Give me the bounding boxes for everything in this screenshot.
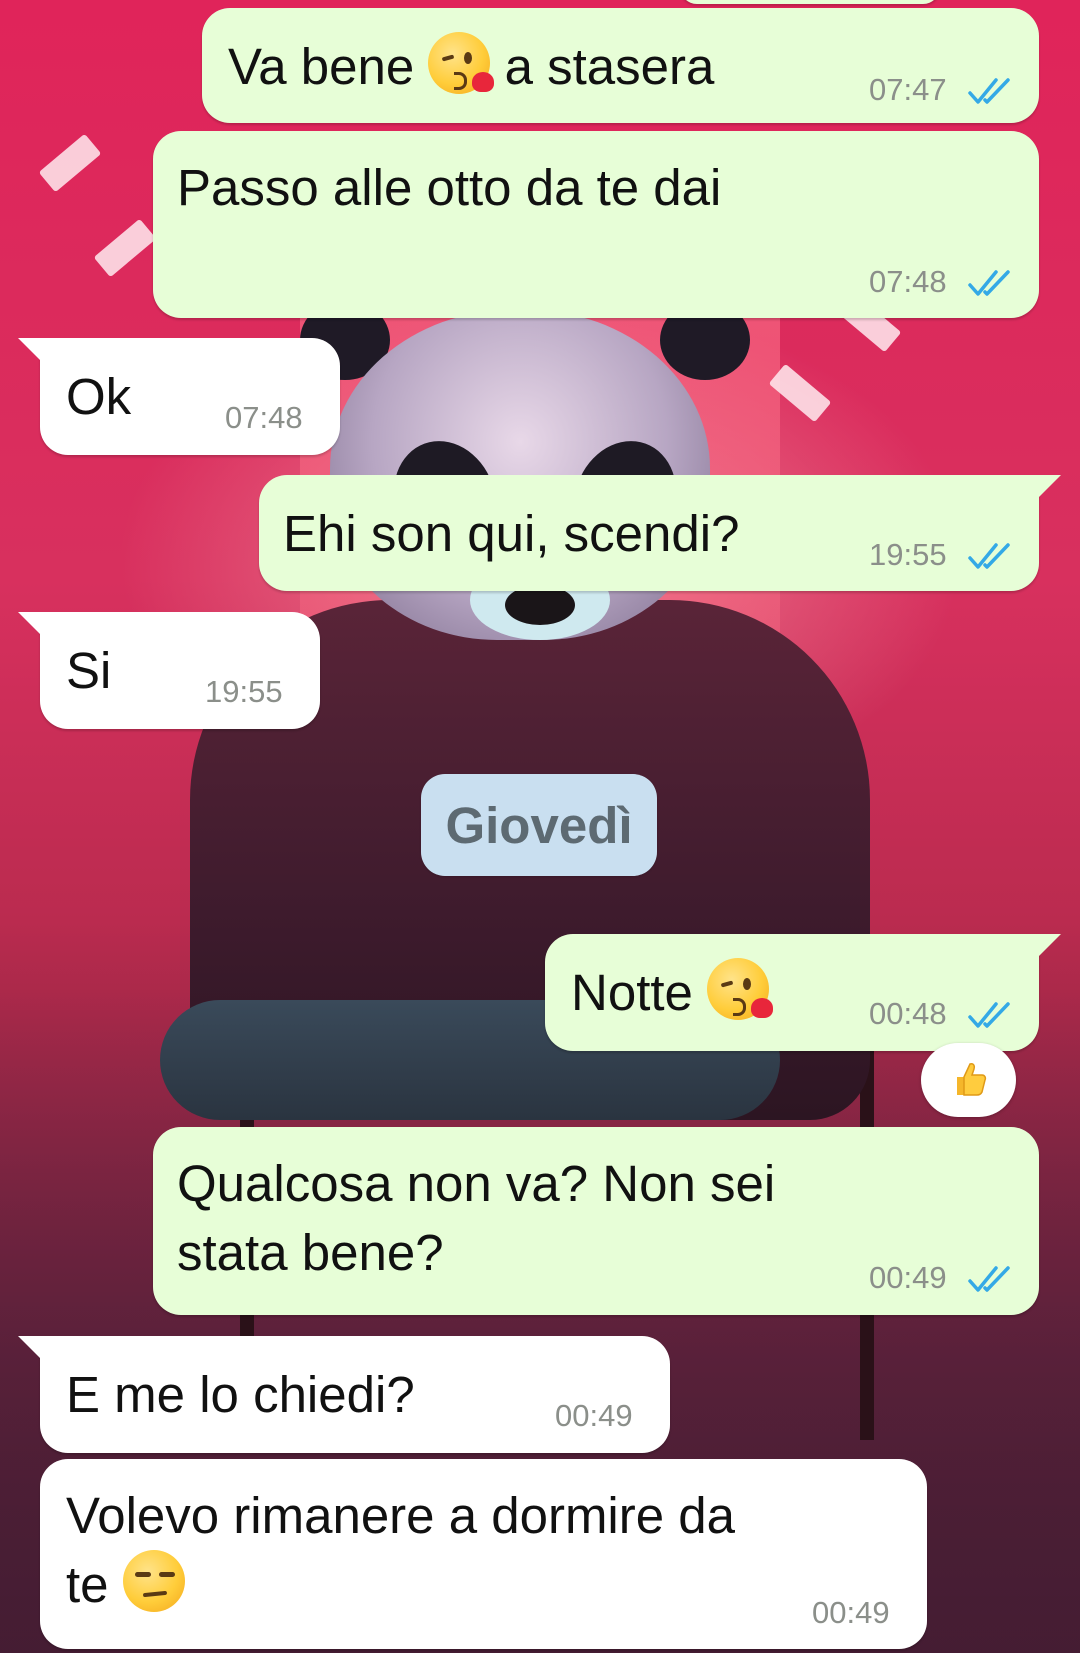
message-text: E me lo chiedi? <box>66 1366 415 1423</box>
bubble-tail <box>18 338 42 362</box>
unamused-face-emoji <box>122 1550 185 1612</box>
message-text-line: Qualcosa non va? Non sei <box>177 1155 776 1212</box>
message-text: Ok <box>66 368 132 425</box>
message-text: Si <box>66 642 112 699</box>
double-check-read-icon <box>968 78 1010 104</box>
message-time: 07:48 <box>869 264 947 299</box>
message-text-line: stata bene? <box>177 1224 444 1281</box>
bubble-tail <box>1037 475 1061 499</box>
message-time: 19:55 <box>205 674 283 709</box>
kissing-face-with-heart-emoji <box>428 32 495 94</box>
message-bubble-outgoing[interactable]: Qualcosa non va? Non sei stata bene? 00:… <box>153 1127 1039 1315</box>
message-text-part: a stasera <box>504 38 715 95</box>
message-text: Va bene a stasera <box>228 32 714 101</box>
message-text: Notte <box>571 958 774 1027</box>
message-time: 00:49 <box>869 1260 947 1295</box>
date-separator: Giovedì <box>421 774 657 876</box>
message-bubble-outgoing[interactable]: Ehi son qui, scendi? 19:55 <box>259 475 1061 591</box>
double-check-read-icon <box>968 270 1010 296</box>
message-time: 19:55 <box>869 537 947 572</box>
panda-nose <box>505 585 575 625</box>
message-time: 00:49 <box>555 1398 633 1433</box>
double-check-read-icon <box>968 1266 1010 1292</box>
message-text: Ehi son qui, scendi? <box>283 505 740 562</box>
bubble-tail <box>18 1336 42 1360</box>
bubble-tail <box>18 612 42 636</box>
double-check-read-icon <box>968 1002 1010 1028</box>
previous-message-bubble[interactable] <box>680 0 940 4</box>
message-time: 00:48 <box>869 996 947 1031</box>
message-bubble-incoming[interactable]: Si 19:55 <box>18 612 320 729</box>
message-text-part: Va bene <box>228 38 415 95</box>
bubble-tail <box>1037 934 1061 958</box>
message-reaction[interactable] <box>921 1043 1016 1117</box>
message-text-line: Volevo rimanere a dormire da <box>66 1487 736 1544</box>
message-time: 00:49 <box>812 1595 890 1630</box>
date-separator-label: Giovedì <box>445 797 633 854</box>
message-bubble-incoming[interactable]: E me lo chiedi? 00:49 <box>18 1336 670 1453</box>
message-time: 07:47 <box>869 72 947 107</box>
message-time: 07:48 <box>225 400 303 435</box>
message-text: Passo alle otto da te dai <box>177 159 722 216</box>
thumbs-up-emoji <box>957 1063 987 1096</box>
message-bubble-outgoing[interactable]: Notte 00:48 <box>545 934 1061 1051</box>
message-text-part: Notte <box>571 964 693 1021</box>
message-bubble-incoming[interactable]: Ok 07:48 <box>18 338 340 455</box>
double-check-read-icon <box>968 543 1010 569</box>
message-bubble-outgoing[interactable]: Passo alle otto da te dai 07:48 <box>153 131 1039 318</box>
message-text-line: te <box>66 1550 185 1619</box>
message-bubble-outgoing[interactable]: Va bene a stasera 07:47 <box>202 8 1039 123</box>
message-bubble-incoming[interactable]: Volevo rimanere a dormire da te 00:49 <box>40 1459 927 1649</box>
message-text-part: te <box>66 1556 109 1613</box>
kissing-face-with-heart-emoji <box>707 958 774 1020</box>
